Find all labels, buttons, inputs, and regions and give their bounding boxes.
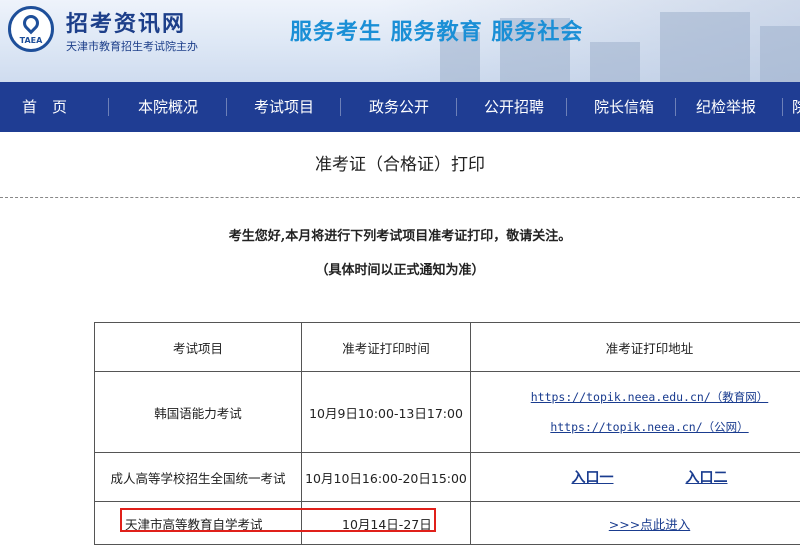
nav-divider [340,98,341,116]
table-header-row: 考试项目 准考证打印时间 准考证打印地址 [94,322,800,372]
cell-project: 成人高等学校招生全国统一考试 [94,452,302,502]
entry-one-link[interactable]: 入口一 [572,470,614,486]
cell-address: https://topik.neea.edu.cn/（教育网） https://… [470,371,800,453]
nav-item-public[interactable]: 政务公开 [369,82,429,132]
nav-item-recruit[interactable]: 公开招聘 [484,82,544,132]
nav-item-mailbox[interactable]: 院长信箱 [594,82,654,132]
cell-time: 10月9日10:00-13日17:00 [301,371,471,453]
link-topik-public[interactable]: https://topik.neea.cn/（公网） [550,419,748,435]
nav-divider [108,98,109,116]
nav-divider [782,98,783,116]
main-nav: 首 页 本院概况 考试项目 政务公开 公开招聘 院长信箱 纪检举报 院 [0,82,800,132]
page-title: 准考证（合格证）打印 [315,155,485,175]
notice-text: 考生您好,本月将进行下列考试项目准考证打印，敬请关注。 [228,229,572,244]
site-name[interactable]: 招考资讯网 [66,6,186,38]
entry-two-link[interactable]: 入口二 [685,470,727,486]
site-header: TAEA 招考资讯网 天津市教育招生考试院主办 服务考生 服务教育 服务社会 [0,0,800,82]
cell-time: 10月10日16:00-20日15:00 [301,452,471,502]
site-subtitle: 天津市教育招生考试院主办 [66,40,198,53]
column-header-time: 准考证打印时间 [301,322,471,372]
column-header-address: 准考证打印地址 [470,322,800,372]
site-logo-icon[interactable]: TAEA [8,6,54,52]
cell-address: >>>点此进入 [470,501,800,545]
nav-divider [566,98,567,116]
title-divider [0,197,800,198]
cell-address: 入口一 入口二 [470,452,800,502]
link-topik-edu[interactable]: https://topik.neea.edu.cn/（教育网） [531,389,769,405]
nav-divider [226,98,227,116]
nav-divider [675,98,676,116]
highlight-box [120,508,436,532]
nav-divider [456,98,457,116]
nav-item-report[interactable]: 纪检举报 [696,82,756,132]
enter-here-link[interactable]: >>>点此进入 [609,517,690,532]
table-row: 韩国语能力考试 10月9日10:00-13日17:00 https://topi… [94,371,800,453]
nav-item-home[interactable]: 首 页 [22,82,67,132]
nav-item-about[interactable]: 本院概况 [138,82,198,132]
table-row: 成人高等学校招生全国统一考试 10月10日16:00-20日15:00 入口一 … [94,452,800,502]
cell-project: 韩国语能力考试 [94,371,302,453]
nav-item-exams[interactable]: 考试项目 [254,82,314,132]
notice-subtext: （具体时间以正式通知为准） [315,263,485,278]
column-header-project: 考试项目 [94,322,302,372]
logo-text: TAEA [19,35,43,45]
header-slogan: 服务考生 服务教育 服务社会 [290,20,584,45]
nav-item-cut[interactable]: 院 [792,82,800,132]
